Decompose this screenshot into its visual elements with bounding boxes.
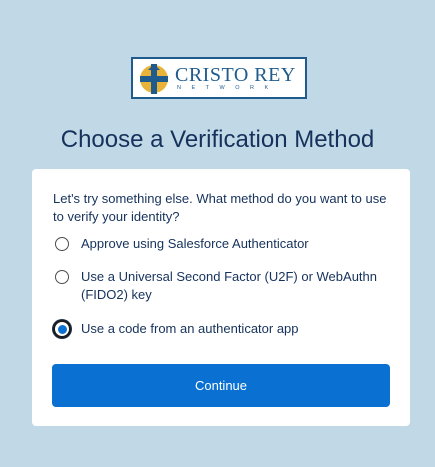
option-label-authenticator-app: Use a code from an authenticator app: [81, 321, 299, 336]
option-u2f-webauthn-key[interactable]: Use a Universal Second Factor (U2F) or W…: [55, 268, 391, 304]
option-authenticator-app[interactable]: Use a code from an authenticator app: [53, 320, 381, 338]
continue-button[interactable]: Continue: [52, 364, 390, 407]
page-title: Choose a Verification Method: [60, 126, 375, 153]
logo-wordmark: CRISTO REY: [175, 64, 296, 86]
cristo-rey-logo: CRISTO REY NETWORK: [131, 57, 307, 99]
radio-u2f-webauthn-key[interactable]: [55, 270, 69, 284]
verification-prompt: Let's try something else. What method do…: [53, 191, 387, 224]
radio-selected-dot: [57, 324, 67, 334]
logo-subtitle: NETWORK: [177, 85, 279, 91]
cross-logo-icon: [140, 64, 168, 94]
option-label-salesforce-authenticator: Approve using Salesforce Authenticator: [81, 236, 309, 251]
radio-authenticator-app[interactable]: [53, 320, 71, 338]
option-label-u2f-webauthn-key: Use a Universal Second Factor (U2F) or W…: [81, 269, 377, 302]
option-salesforce-authenticator[interactable]: Approve using Salesforce Authenticator: [55, 235, 381, 253]
verification-card: Let's try something else. What method do…: [32, 169, 410, 426]
radio-salesforce-authenticator[interactable]: [55, 237, 69, 251]
